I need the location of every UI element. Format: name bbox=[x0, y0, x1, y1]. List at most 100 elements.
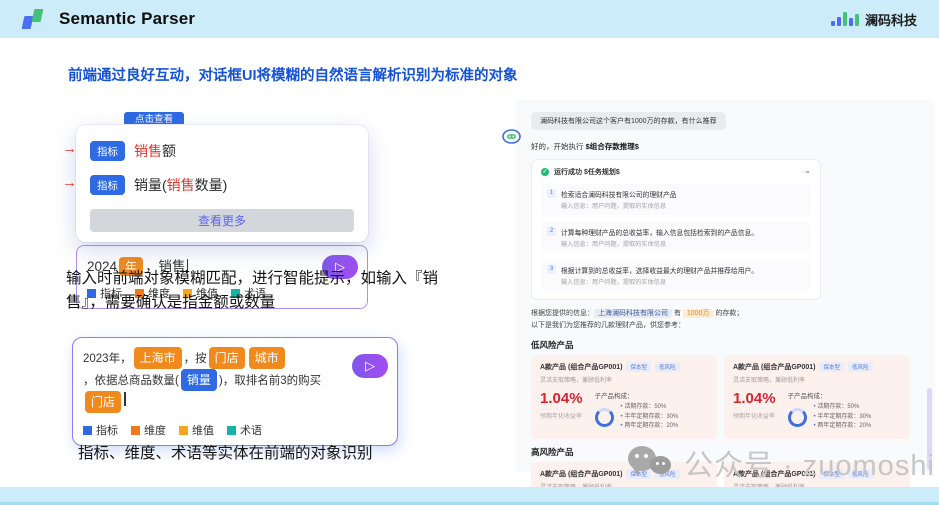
watermark: 公众号 · zuomoshi bbox=[628, 442, 935, 484]
product-card[interactable]: A款产品 (组合产品GP001) 保本型 低风险 灵活支取策略，兼顾低利率 1.… bbox=[724, 355, 910, 439]
suggestion-row[interactable]: → 指标 销量(销售数量) bbox=[62, 174, 354, 195]
legend-swatch bbox=[83, 425, 92, 435]
legend-item: 术语 bbox=[227, 422, 262, 438]
legend-item: 指标 bbox=[83, 422, 118, 438]
query-token: 上海市 bbox=[133, 347, 182, 369]
legend-swatch bbox=[131, 425, 140, 435]
legend-item: 维度 bbox=[131, 422, 166, 438]
caption-entity-recognition: 指标、维度、术语等实体在前端的对象识别 bbox=[78, 444, 373, 462]
company-pill: 上海澜码科技有限公司 bbox=[594, 309, 672, 318]
donut-chart-icon bbox=[594, 407, 614, 427]
plan-step: 3 根据计算到的总收益率，选择收益最大的理财产品并推荐给用户。 输入信息：用户问… bbox=[541, 260, 811, 291]
query-token: )，取排名前3的购买 bbox=[218, 375, 322, 387]
legend-item: 维值 bbox=[179, 422, 214, 438]
product-subtitle: 灵活支取策略，兼顾低利率 bbox=[733, 378, 806, 384]
plan-card-header[interactable]: ✓ 运行成功 $任务规划$ ⌄ bbox=[541, 166, 811, 177]
step-number: 3 bbox=[547, 265, 556, 274]
step-subtitle: 输入信息：用户问题，提取的实体信息 bbox=[561, 279, 667, 286]
product-title: A款产品 (组合产品GP001) bbox=[733, 364, 816, 371]
mockup-tokenized-query: 2023年， 上海市 ，按 门店 城市，依据总商品数量(销量)，取排名前3的购买门店 ▷… bbox=[72, 337, 398, 446]
plan-step: 1 检索适合澜码科技有限公司的理财产品 输入信息：用户问题，提取的实体信息 bbox=[541, 184, 811, 215]
see-more-button[interactable]: 查看更多 bbox=[90, 209, 354, 232]
slide: Semantic Parser 澜码科技 前端通过良好互动，对话框UI将模糊的自… bbox=[0, 0, 939, 505]
composition-item: 活期存款：50% bbox=[814, 403, 872, 413]
user-message-bubble: 澜码科技有限公司这个客户有1000万的存款，有什么推荐 bbox=[531, 112, 726, 130]
step-body: 计算每种理财产品的总收益率，输入信息包括检索到的产品信息。 输入信息：用户问题，… bbox=[561, 227, 758, 248]
product-subtitle: 灵活支取策略，兼顾低利率 bbox=[540, 378, 613, 384]
legend-swatch bbox=[227, 425, 236, 435]
product-title: A款产品 (组合产品GP001) bbox=[540, 364, 623, 371]
step-title: 根据计算到的总收益率，选择收益最大的理财产品并推荐给用户。 bbox=[561, 268, 759, 275]
composition-item: 两年定期存款：20% bbox=[814, 422, 871, 432]
red-arrow-icon: → bbox=[62, 174, 77, 191]
section-low-risk: 低风险产品 bbox=[531, 340, 574, 350]
query-input-line[interactable]: 2023年， 上海市 ，按 门店 城市，依据总商品数量(销量)，取排名前3的购买门店 bbox=[83, 347, 339, 413]
summary-suffix: 的存款； bbox=[713, 310, 744, 317]
expected-rate: 1.04% bbox=[733, 390, 776, 407]
product-tag: 保本型 bbox=[819, 362, 844, 372]
task-plan-card: ✓ 运行成功 $任务规划$ ⌄ 1 检索适合澜码科技有限公司的理财产品 输入信息… bbox=[531, 159, 821, 300]
step-title: 计算每种理财产品的总收益率，输入信息包括检索到的产品信息。 bbox=[561, 230, 759, 237]
text-caret bbox=[124, 392, 126, 406]
wechat-icon bbox=[628, 444, 674, 482]
rate-label: 预期年化收益率 bbox=[733, 414, 776, 420]
composition-item: 半年定期存款：30% bbox=[621, 413, 678, 423]
bot-intro-text: 好的，开始执行 $组合存款推理$ bbox=[531, 141, 921, 152]
bot-intro-prefix: 好的，开始执行 bbox=[531, 142, 586, 151]
suggestion-text: 销售额 bbox=[134, 141, 176, 161]
plan-step: 2 计算每种理财产品的总收益率，输入信息包括检索到的产品信息。 输入信息：用户问… bbox=[541, 222, 811, 253]
product-tag: 低风险 bbox=[654, 362, 680, 372]
suggestion-text-post: 额 bbox=[162, 143, 176, 159]
composition-column: 子产品构成： 活期存款：50% 半年定期存款：30% 两年定期存款：20% bbox=[594, 390, 679, 432]
suggestion-row[interactable]: → 指标 销售额 bbox=[62, 140, 354, 161]
plan-title: 运行成功 $任务规划$ bbox=[554, 169, 620, 176]
amount-pill: 1000万 bbox=[682, 309, 714, 318]
product-card[interactable]: A款产品 (组合产品GP001) 保本型 低风险 灵活支取策略，兼顾低利率 1.… bbox=[531, 355, 717, 439]
app-title: Semantic Parser bbox=[59, 9, 196, 28]
success-check-icon: ✓ bbox=[541, 168, 549, 176]
composition-list: 活期存款：50% 半年定期存款：30% 两年定期存款：20% bbox=[621, 403, 679, 432]
query-token: 2023年， bbox=[83, 353, 132, 365]
suggestion-text-post: 数量) bbox=[194, 177, 228, 193]
rate-column: 1.04% 预期年化收益率 bbox=[540, 390, 583, 432]
expected-rate: 1.04% bbox=[540, 390, 583, 407]
legend-label: 维值 bbox=[192, 425, 214, 437]
summary-line2: 以下是我们为您推荐的几款理财产品，供您参考： bbox=[531, 322, 685, 329]
robot-avatar-icon bbox=[502, 127, 521, 146]
suggestion-text-pre: 销量( bbox=[134, 177, 167, 193]
step-subtitle: 输入信息：用户问题，提取的实体信息 bbox=[561, 241, 667, 248]
step-title: 检索适合澜码科技有限公司的理财产品 bbox=[561, 192, 677, 199]
query-token: ，按 bbox=[183, 353, 207, 365]
legend-label: 指标 bbox=[96, 425, 118, 437]
legend-label: 维度 bbox=[144, 425, 166, 437]
query-token: 门店 bbox=[85, 391, 122, 413]
step-number: 2 bbox=[547, 227, 556, 236]
composition-item: 半年定期存款：30% bbox=[814, 413, 871, 423]
legend-label: 术语 bbox=[240, 425, 262, 437]
composition-list: 活期存款：50% 半年定期存款：30% 两年定期存款：20% bbox=[814, 403, 872, 432]
slide-title: 前端通过良好互动，对话框UI将模糊的自然语言解析识别为标准的对象 bbox=[68, 68, 518, 84]
summary-prefix: 根据您提供的信息： bbox=[531, 310, 594, 317]
top-header-bar: Semantic Parser 澜码科技 bbox=[0, 0, 939, 38]
composition-label: 子产品构成： bbox=[594, 393, 634, 400]
semantic-parser-logo-icon bbox=[21, 9, 46, 29]
composition-column: 子产品构成： 活期存款：50% 半年定期存款：30% 两年定期存款：20% bbox=[787, 390, 872, 432]
composition-item: 活期存款：50% bbox=[621, 403, 679, 413]
product-tag: 低风险 bbox=[847, 362, 873, 372]
summary-text: 根据您提供的信息： 上海澜码科技有限公司 有 1000万 的存款； 以下是我们为您… bbox=[531, 308, 921, 332]
query-token: 销量 bbox=[180, 369, 217, 391]
send-button[interactable]: ▷ bbox=[352, 354, 388, 378]
suggestion-text-highlight: 销售 bbox=[166, 177, 195, 193]
watermark-text: 公众号 · zuomoshi bbox=[684, 450, 935, 482]
step-body: 检索适合澜码科技有限公司的理财产品 输入信息：用户问题，提取的实体信息 bbox=[561, 189, 677, 210]
rate-label: 预期年化收益率 bbox=[540, 414, 583, 420]
chat-panel: 澜码科技有限公司这个客户有1000万的存款，有什么推荐 好的，开始执行 $组合存… bbox=[502, 100, 935, 505]
red-arrow-icon: → bbox=[62, 140, 77, 157]
query-token: 城市 bbox=[248, 347, 285, 369]
chevron-down-icon[interactable]: ⌄ bbox=[804, 166, 811, 175]
query-token: 门店 bbox=[208, 347, 245, 369]
product-tag: 保本型 bbox=[626, 362, 651, 372]
suggestion-text: 销量(销售数量) bbox=[134, 175, 227, 195]
brand-logo: 澜码科技 bbox=[830, 10, 917, 29]
brand-name: 澜码科技 bbox=[864, 12, 917, 28]
